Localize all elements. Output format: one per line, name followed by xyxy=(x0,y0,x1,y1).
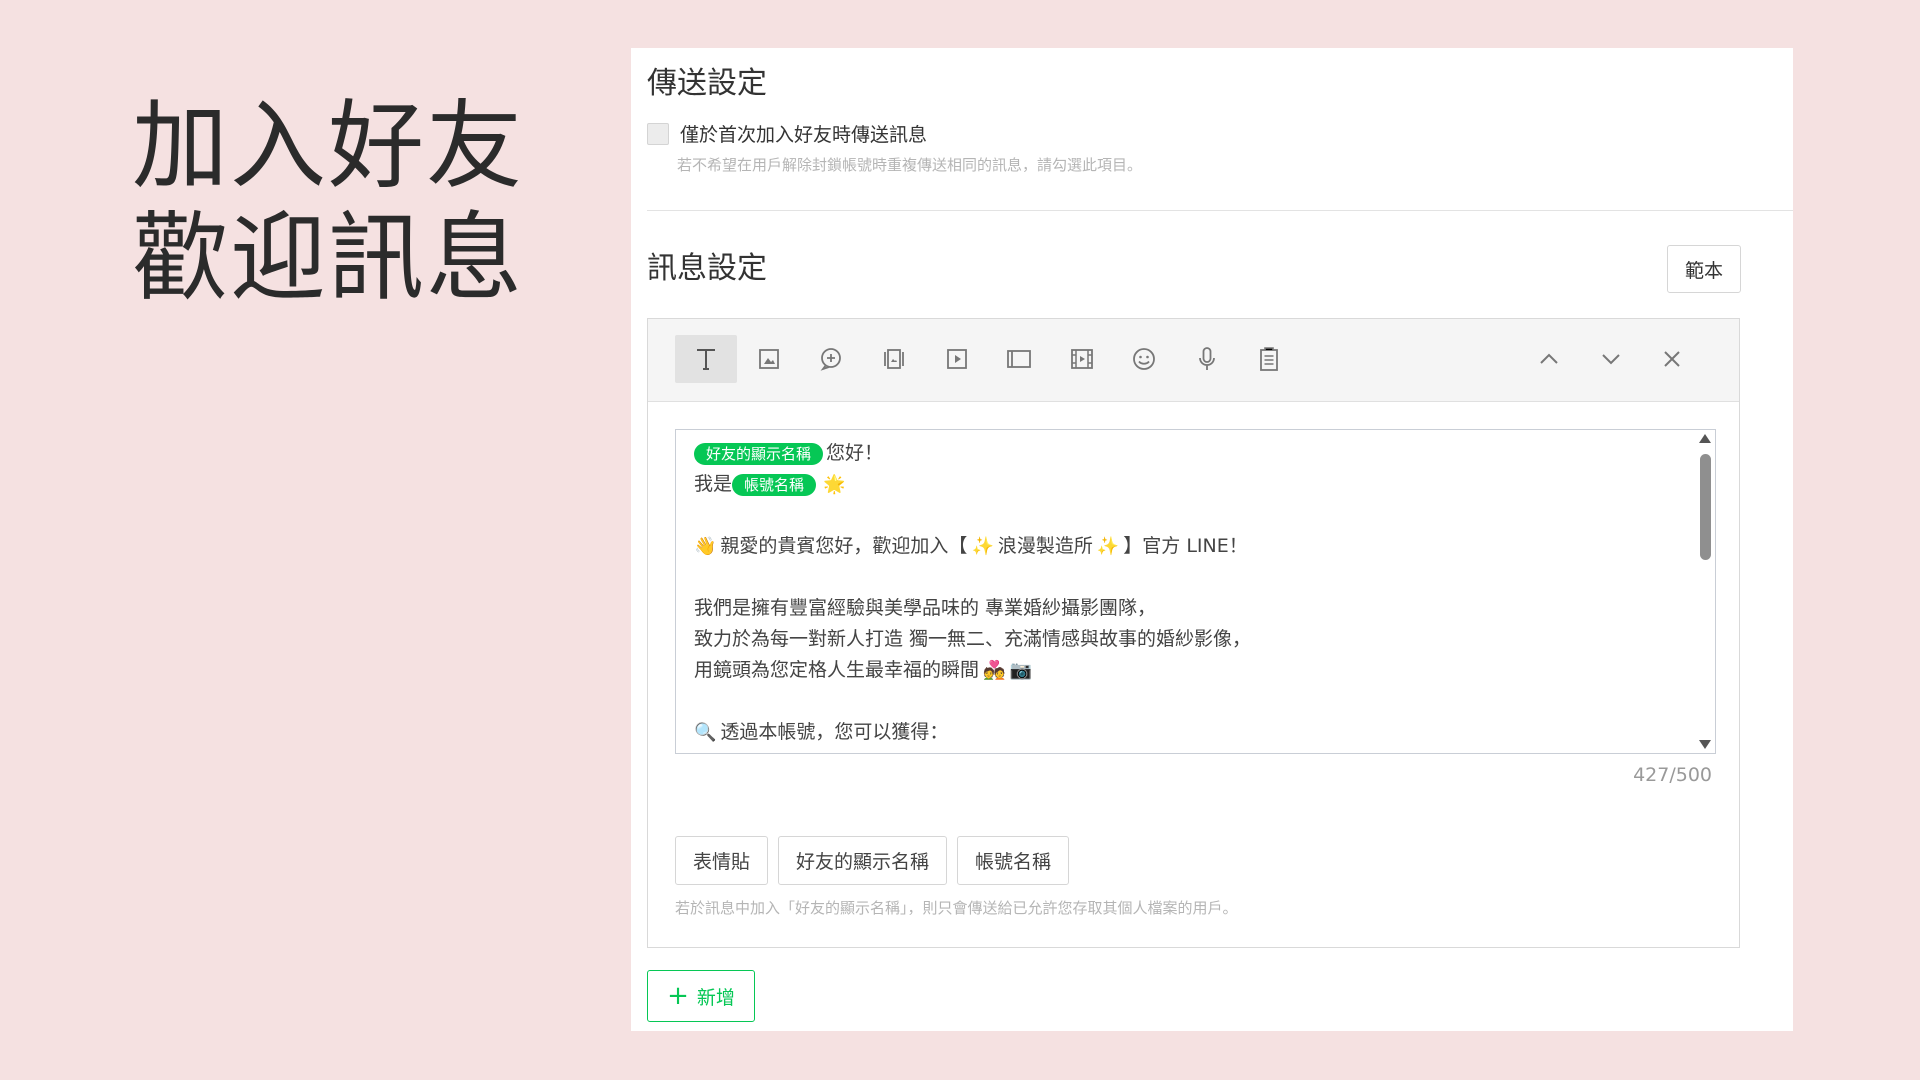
first-add-only-checkbox[interactable] xyxy=(647,122,669,145)
message-text: 透過本帳號，您可以獲得： xyxy=(720,721,949,743)
template-button[interactable]: 範本 xyxy=(1667,245,1741,293)
message-toolbar xyxy=(648,319,1739,402)
message-settings-title: 訊息設定 xyxy=(647,251,767,286)
message-text: 用鏡頭為您定格人生最幸福的瞬間 xyxy=(694,659,980,681)
insert-emoji-button[interactable]: 表情貼 xyxy=(675,836,769,885)
message-editor: 好友的顯示名稱 您好！ 我是 帳號名稱 🌟 👋 親愛的貴賓您好，歡迎加入【 ✨ 浪漫製造所 ✨… xyxy=(647,318,1740,948)
rich-message-icon[interactable] xyxy=(988,335,1050,383)
insert-hint: 若於訊息中加入「好友的顯示名稱」，則只會傳送給已允許您存取其個人檔案的用戶。 xyxy=(675,899,1238,917)
message-line: 我們是擁有豐富經驗與美學品味的 專業婚紗攝影團隊， xyxy=(694,597,1157,619)
card-icon[interactable] xyxy=(863,335,925,383)
couple-emoji-icon: 💑 xyxy=(983,660,1006,681)
textarea-scrollbar[interactable] xyxy=(1697,430,1715,753)
rich-video-icon[interactable] xyxy=(1051,335,1113,383)
message-line: 好友的顯示名稱 您好！ xyxy=(694,438,1715,469)
first-add-only-label: 僅於首次加入好友時傳送訊息 xyxy=(680,124,928,146)
character-counter: 427/500 xyxy=(1633,764,1712,786)
video-icon[interactable] xyxy=(926,335,988,383)
message-text: 我是 xyxy=(694,473,733,495)
slide-title-line1: 加入好友 xyxy=(132,90,524,202)
message-text: 親愛的貴賓您好，歡迎加入【 xyxy=(720,535,968,557)
magnifier-emoji-icon: 🔍 xyxy=(694,722,717,743)
message-text: 浪漫製造所 xyxy=(997,535,1093,557)
delivery-hint: 若不希望在用戶解除封鎖帳號時重複傳送相同的訊息，請勾選此項目。 xyxy=(677,156,1143,174)
close-icon[interactable] xyxy=(1641,335,1703,383)
message-line-blank xyxy=(694,500,1715,531)
message-line: 🔍 透過本帳號，您可以獲得： xyxy=(694,717,1715,748)
star-emoji-icon: 🌟 xyxy=(823,474,846,495)
first-add-only-option[interactable]: 僅於首次加入好友時傳送訊息 xyxy=(647,120,927,147)
message-textarea[interactable]: 好友的顯示名稱 您好！ 我是 帳號名稱 🌟 👋 親愛的貴賓您好，歡迎加入【 ✨ 浪漫製造所 ✨… xyxy=(675,429,1716,754)
message-text: 您好！ xyxy=(826,442,884,464)
emoji-icon[interactable] xyxy=(1113,335,1175,383)
voice-icon[interactable] xyxy=(1176,335,1238,383)
coupon-icon[interactable] xyxy=(1238,335,1300,383)
insert-buttons: 表情貼 好友的顯示名稱 帳號名稱 xyxy=(675,836,1070,885)
image-icon[interactable] xyxy=(738,335,800,383)
add-message-button[interactable]: + 新增 xyxy=(647,970,755,1022)
scroll-up-arrow-icon[interactable] xyxy=(1699,434,1711,443)
insert-account-name-button[interactable]: 帳號名稱 xyxy=(957,836,1070,885)
waving-hand-emoji-icon: 👋 xyxy=(694,536,717,557)
camera-emoji-icon: 📷 xyxy=(1009,660,1032,681)
slide-title: 加入好友 歡迎訊息 xyxy=(132,90,524,314)
message-line-blank xyxy=(694,686,1715,717)
insert-friend-name-button[interactable]: 好友的顯示名稱 xyxy=(778,836,948,885)
slide-title-line2: 歡迎訊息 xyxy=(132,202,524,314)
message-text: 】官方 LINE！ xyxy=(1123,535,1248,557)
account-name-tag: 帳號名稱 xyxy=(732,473,817,496)
add-bubble-icon[interactable] xyxy=(800,335,862,383)
chevron-down-icon[interactable] xyxy=(1580,335,1642,383)
sparkles-emoji-icon: ✨ xyxy=(1096,536,1120,557)
message-line: 用鏡頭為您定格人生最幸福的瞬間 💑 📷 xyxy=(694,655,1715,686)
scroll-down-arrow-icon[interactable] xyxy=(1699,740,1711,749)
message-line-blank xyxy=(694,562,1715,593)
settings-panel: 傳送設定 僅於首次加入好友時傳送訊息 若不希望在用戶解除封鎖帳號時重複傳送相同的… xyxy=(631,48,1793,1031)
friend-name-tag: 好友的顯示名稱 xyxy=(694,442,824,465)
section-divider xyxy=(647,210,1793,211)
sparkles-emoji-icon: ✨ xyxy=(971,536,994,557)
plus-icon: + xyxy=(667,981,689,1011)
scroll-thumb[interactable] xyxy=(1700,454,1711,560)
text-icon[interactable] xyxy=(675,335,737,383)
add-button-label: 新增 xyxy=(696,986,735,1009)
message-line: 👋 親愛的貴賓您好，歡迎加入【 ✨ 浪漫製造所 ✨ 】官方 LINE！ xyxy=(694,531,1715,562)
chevron-up-icon[interactable] xyxy=(1518,335,1580,383)
message-line: 致力於為每一對新人打造 獨一無二、充滿情感與故事的婚紗影像， xyxy=(694,628,1252,650)
message-line: 我是 帳號名稱 🌟 xyxy=(694,469,1715,500)
delivery-settings-title: 傳送設定 xyxy=(647,66,767,101)
